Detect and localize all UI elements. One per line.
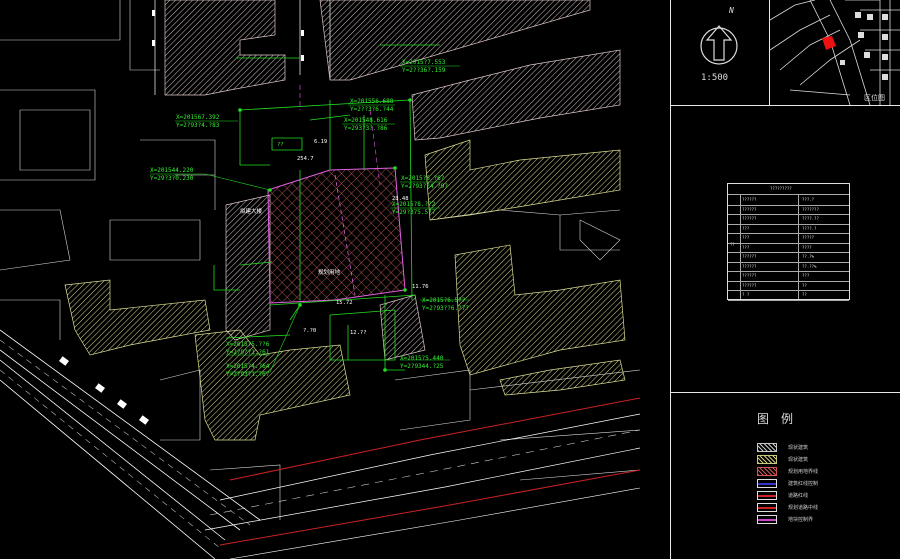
coord-4-y: Y=293?3?.?86 <box>344 125 388 132</box>
table-row-name: ?????? <box>742 197 757 202</box>
coord-11-x: X=2015?5.440 <box>400 355 444 362</box>
table-row-name: ? ? <box>742 292 750 297</box>
coord-6-y: Y=2?93??4.?9? <box>401 183 448 190</box>
scale-label: 1:500 <box>701 73 729 83</box>
north-label: N <box>729 6 734 15</box>
table-row-name: ??? <box>742 235 750 240</box>
coord-9-x: X=2015?5.??6 <box>226 341 270 348</box>
title-block-panel: N 1:500 区位图 ????????? ?? ?????? ???.? ??… <box>670 0 900 559</box>
coord-2-x: X=201556.688 <box>350 98 394 105</box>
dim-1: 15.72 <box>336 300 353 306</box>
table-row-name: ??? <box>742 225 750 231</box>
dim-6: 6.19 <box>314 139 327 145</box>
diagonal-road-blocks <box>59 356 149 425</box>
site-marker-icon <box>822 36 836 50</box>
coord-2-y: Y=2??3?6.?44 <box>350 106 394 113</box>
legend-swatch <box>757 479 777 488</box>
north-arrow-icon <box>700 25 738 65</box>
table-row-name: ?????? <box>742 254 757 259</box>
technical-table: ????????? ?? ?????????.?????????????????… <box>727 183 850 301</box>
coord-6-x: X=2015?6.?6? <box>401 175 445 182</box>
dim-5: 23.48 <box>392 196 409 202</box>
location-map <box>770 0 900 105</box>
coord-5-y: Y=29?3?0.230 <box>150 175 194 182</box>
coord-1-y: Y=2??36?.159 <box>402 67 446 74</box>
table-row-value: ??? <box>802 273 810 278</box>
table-row-name: ?????? <box>742 206 757 212</box>
legend-label: 现状建筑 <box>788 457 809 463</box>
table-row-name: ?????? <box>742 263 757 269</box>
legend-label: 规划道路中线 <box>788 505 819 511</box>
table-row-name: ?????? <box>742 273 757 278</box>
table-row-value: ??.?% <box>802 254 815 259</box>
dim-4: ?.?0 <box>303 328 316 334</box>
site-label-2: 拟建大楼 <box>240 207 263 215</box>
table-row-value: ?? <box>802 282 807 288</box>
table-row-value: ??????? <box>802 206 819 212</box>
coord-9-y: Y=2?9??1.?61 <box>226 349 270 356</box>
legend-title: 图例 <box>757 412 806 426</box>
coord-3-x: X=201567.392 <box>176 114 220 121</box>
location-map-caption: 区位图 <box>864 94 885 102</box>
dim-3: 12.?? <box>350 330 367 336</box>
site-label-3: ?? <box>277 142 284 148</box>
legend-label: 现状建筑 <box>788 445 809 451</box>
table-row-value: ????.?? <box>802 216 819 221</box>
coord-4-x: X=201548.616 <box>344 117 388 124</box>
dim-7: 254.7 <box>297 156 314 162</box>
coord-1-x: X=2015?7.553 <box>402 59 446 66</box>
table-title: ????????? <box>770 186 792 191</box>
legend-swatch <box>757 503 777 512</box>
coord-7-y: Y=29?375.577 <box>392 209 436 216</box>
legend-swatch <box>757 491 777 500</box>
table-row-name: ?????? <box>742 216 757 221</box>
coord-10-y: Y=2?93?1.?6? <box>226 371 270 378</box>
divider-top <box>671 105 900 106</box>
coord-5-x: X=201544.220 <box>150 167 194 174</box>
legend-label: 建筑红线控制 <box>788 481 819 487</box>
planned-site <box>267 167 406 304</box>
legend-swatch <box>757 515 777 524</box>
legend-swatch <box>757 455 777 464</box>
legend-label: 地块控制界 <box>788 517 814 523</box>
coord-11-y: Y=2?9344.?25 <box>400 363 444 370</box>
table-row-value: ????.? <box>802 225 817 231</box>
table-row-value: ?? <box>802 292 807 297</box>
divider-legend <box>671 392 900 393</box>
coord-8-x: X=2015?6.5?? <box>422 297 466 304</box>
table-row-value: ????? <box>802 235 815 240</box>
legend-label: 规划用地界线 <box>788 469 819 475</box>
coord-7-x: X=2015?8.??2 <box>392 201 436 208</box>
legend-swatch <box>757 443 777 452</box>
table-row-value: ??.??% <box>802 263 817 269</box>
table-row-value: ???.? <box>802 197 815 202</box>
table-row-name: ??? <box>742 244 750 250</box>
dim-2: 11.76 <box>412 284 429 290</box>
table-row-name: ?????? <box>742 282 757 288</box>
coord-10-x: X=2015?4.?64 <box>226 363 270 370</box>
site-label-1: 规划用地 <box>318 268 341 276</box>
legend-label: 道路红线 <box>788 493 809 499</box>
bottom-road <box>204 397 641 559</box>
legend-swatch <box>757 467 777 476</box>
coord-8-y: Y=2?93??6.?7? <box>422 305 469 312</box>
table-row-value: ???? <box>802 244 812 250</box>
coord-3-y: Y=2?93?4.?83 <box>176 122 220 129</box>
site-plan-drawing: X=2015?7.553 Y=2??36?.159 X=201556.688 Y… <box>0 0 641 559</box>
